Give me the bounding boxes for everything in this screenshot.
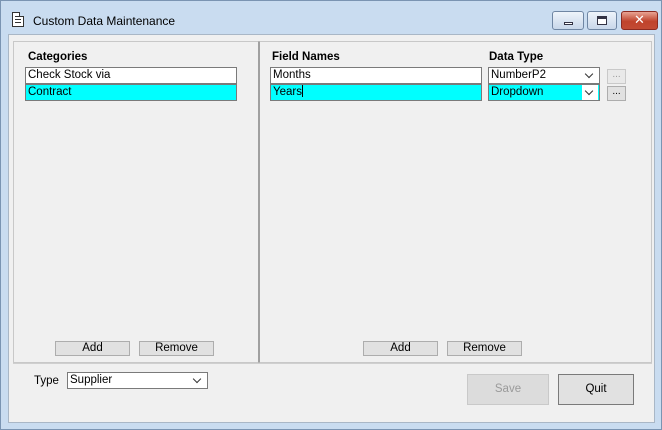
minimize-icon xyxy=(564,22,573,25)
categories-panel: Categories Check Stock via Contract Add … xyxy=(13,41,259,363)
add-category-button[interactable]: Add xyxy=(55,341,130,356)
add-field-button[interactable]: Add xyxy=(363,341,438,356)
maximize-icon xyxy=(597,16,607,25)
field-name-input[interactable]: Months xyxy=(270,67,482,84)
type-select-value: Supplier xyxy=(70,374,113,386)
text-caret xyxy=(302,85,303,97)
window-title: Custom Data Maintenance xyxy=(33,14,176,28)
client-area: Categories Check Stock via Contract Add … xyxy=(8,34,655,423)
app-window: Custom Data Maintenance ✕ Categories Che… xyxy=(0,0,662,430)
quit-button[interactable]: Quit xyxy=(558,374,634,405)
categories-header: Categories xyxy=(28,51,88,63)
data-type-select-selected[interactable]: Dropdown xyxy=(488,84,600,101)
category-item[interactable]: Check Stock via xyxy=(25,67,237,84)
fields-panel: Field Names Data Type Months NumberP2 ..… xyxy=(259,41,652,363)
document-icon xyxy=(12,12,24,27)
close-icon: ✕ xyxy=(634,13,645,28)
data-type-header: Data Type xyxy=(489,51,544,63)
type-select[interactable]: Supplier xyxy=(67,372,208,389)
chevron-down-icon[interactable] xyxy=(582,85,598,100)
field-options-button[interactable]: ... xyxy=(607,69,626,84)
maximize-button[interactable] xyxy=(587,11,617,30)
type-label: Type xyxy=(34,375,59,387)
close-button[interactable]: ✕ xyxy=(621,11,658,30)
remove-category-button[interactable]: Remove xyxy=(139,341,214,356)
quit-label: Quit xyxy=(585,383,607,395)
category-item-selected[interactable]: Contract xyxy=(25,84,237,101)
field-name-value: Years xyxy=(273,86,302,98)
chevron-down-icon[interactable] xyxy=(190,373,206,388)
chevron-down-icon[interactable] xyxy=(582,68,598,83)
field-name-input-selected[interactable]: Years xyxy=(270,84,482,101)
data-type-value: Dropdown xyxy=(491,86,544,98)
save-button[interactable]: Save xyxy=(467,374,549,405)
remove-field-button[interactable]: Remove xyxy=(447,341,522,356)
data-type-select[interactable]: NumberP2 xyxy=(488,67,600,84)
field-names-header: Field Names xyxy=(272,51,340,63)
field-options-button[interactable]: ... xyxy=(607,86,626,101)
save-label: Save xyxy=(494,383,522,395)
title-bar[interactable]: Custom Data Maintenance ✕ xyxy=(1,1,661,35)
data-type-value: NumberP2 xyxy=(491,69,546,81)
minimize-button[interactable] xyxy=(552,11,584,30)
